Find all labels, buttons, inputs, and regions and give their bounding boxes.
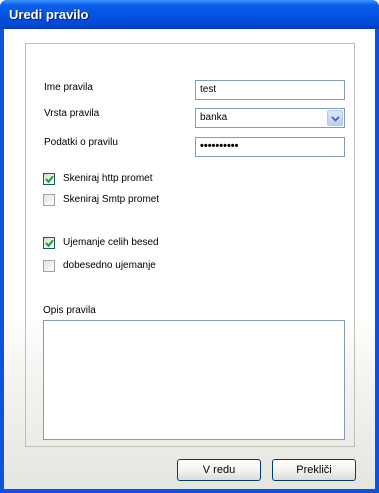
dropdown-arrow-button[interactable] (327, 110, 343, 126)
scan-http-label[interactable]: Skeniraj http promet (63, 173, 153, 184)
ok-button[interactable]: V redu (177, 459, 261, 481)
whole-words-label[interactable]: Ujemanje celih besed (63, 237, 159, 248)
exact-match-checkbox[interactable] (43, 260, 55, 272)
scan-http-checkbox[interactable] (43, 173, 55, 185)
rule-type-label: Vrsta pravila (44, 108, 100, 119)
rule-data-label: Podatki o pravilu (44, 137, 118, 148)
whole-words-checkbox[interactable] (43, 237, 55, 249)
checkmark-icon (45, 239, 54, 248)
description-label: Opis pravila (43, 305, 96, 316)
rule-data-password-input[interactable]: •••••••••• (195, 137, 345, 157)
scan-smtp-label[interactable]: Skeniraj Smtp promet (63, 194, 159, 205)
window-title: Uredi pravilo (9, 7, 89, 22)
rule-type-select[interactable]: banka (195, 108, 345, 128)
rule-type-value: banka (200, 112, 228, 123)
description-textarea[interactable] (43, 320, 345, 440)
scan-smtp-checkbox[interactable] (43, 194, 55, 206)
cancel-button[interactable]: Prekliči (272, 459, 356, 481)
rule-name-input[interactable]: test (195, 80, 345, 100)
title-bar[interactable]: Uredi pravilo (0, 0, 379, 29)
exact-match-label[interactable]: dobesedno ujemanje (63, 260, 156, 271)
checkmark-icon (45, 175, 54, 184)
chevron-down-icon (331, 116, 340, 122)
rule-name-label: Ime pravila (44, 82, 93, 93)
